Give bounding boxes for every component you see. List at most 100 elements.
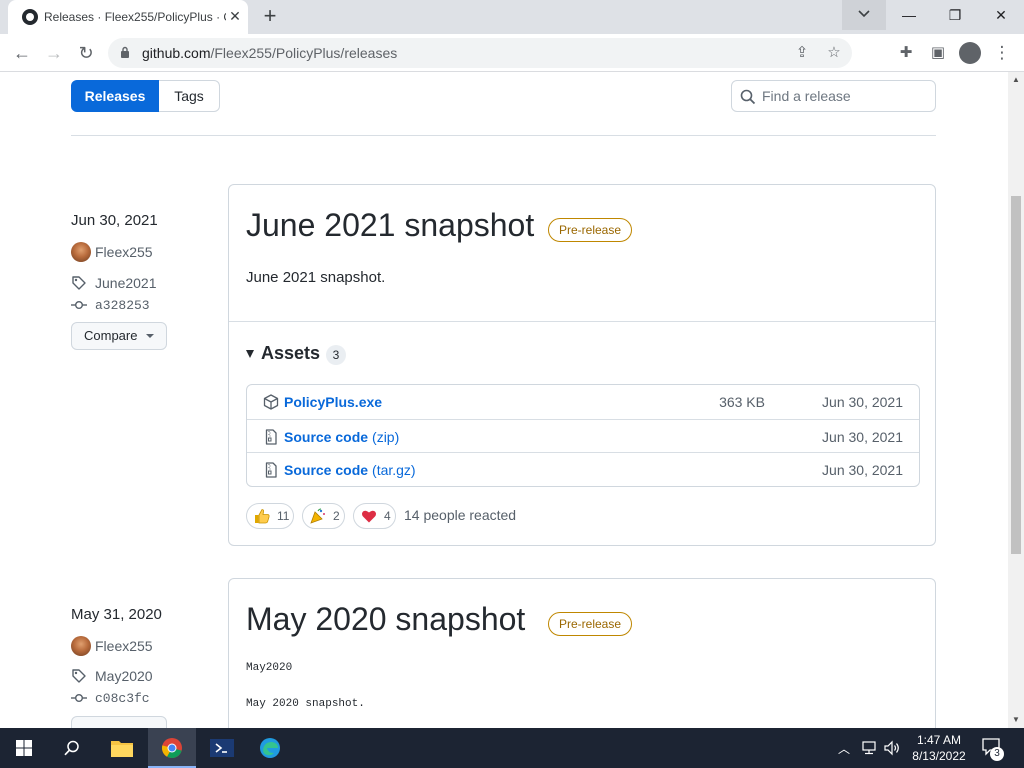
asset-link[interactable]: Source code (zip) [284, 429, 399, 445]
browser-tab[interactable]: Releases · Fleex255/PolicyPlus · GitHub … [8, 0, 248, 34]
tab-title: Releases · Fleex255/PolicyPlus · GitHub [44, 10, 226, 24]
chrome-taskbar-icon[interactable] [148, 728, 196, 768]
author-avatar[interactable] [71, 636, 91, 656]
reaction-hooray-button[interactable]: 2 [302, 503, 345, 529]
assets-heading[interactable]: Assets [261, 343, 320, 364]
release-body-line: May 2020 snapshot. [246, 698, 365, 710]
asset-row: Source code (zip) Jun 30, 2021 [247, 419, 919, 453]
heart-icon [362, 510, 376, 523]
tray-chevron-up-icon[interactable]: ︿ [838, 740, 850, 757]
asset-format: (tar.gz) [372, 462, 416, 478]
volume-icon[interactable] [884, 740, 900, 756]
release-title[interactable]: June 2021 snapshot [246, 207, 534, 244]
profile-avatar-icon[interactable] [959, 42, 981, 64]
tag-icon [72, 276, 86, 290]
reactions-summary: 14 people reacted [404, 507, 517, 523]
git-commit-icon [71, 300, 87, 309]
asset-link[interactable]: PolicyPlus.exe [284, 394, 382, 410]
scroll-up-arrow-icon[interactable]: ▲ [1008, 72, 1024, 88]
url-host: github.com [142, 45, 211, 61]
release-card: May 2020 snapshot Pre-release May2020 Ma… [228, 578, 936, 728]
bookmark-star-icon[interactable]: ☆ [824, 43, 844, 63]
tab-close-icon[interactable]: ✕ [226, 7, 244, 25]
page-scrollbar[interactable]: ▲ ▼ [1008, 72, 1024, 728]
side-panel-icon[interactable]: ▣ [928, 43, 948, 63]
asset-link[interactable]: Source code (tar.gz) [284, 462, 416, 478]
window-close-button[interactable]: ✕ [978, 0, 1024, 30]
tags-tab[interactable]: Tags [159, 80, 220, 112]
thumbs-up-icon [255, 509, 270, 524]
url-text: github.com/Fleex255/PolicyPlus/releases [142, 45, 397, 61]
asset-date: Jun 30, 2021 [822, 462, 903, 478]
pre-release-badge: Pre-release [548, 218, 633, 242]
release-commit[interactable]: a328253 [95, 298, 150, 313]
caret-down-icon [146, 334, 154, 338]
address-bar[interactable]: github.com/Fleex255/PolicyPlus/releases … [108, 38, 852, 68]
github-favicon-icon [22, 9, 38, 25]
release-card: June 2021 snapshot Pre-release June 2021… [228, 184, 936, 546]
chevron-down-icon [858, 10, 870, 18]
package-icon [263, 394, 279, 410]
powershell-taskbar-icon[interactable] [198, 728, 246, 768]
reload-button[interactable]: ↻ [72, 39, 100, 67]
file-zip-icon [265, 462, 277, 478]
release-author[interactable]: Fleex255 [95, 638, 153, 654]
find-release-input[interactable] [762, 82, 930, 110]
release-title[interactable]: May 2020 snapshot [246, 601, 525, 638]
tab-strip: Releases · Fleex255/PolicyPlus · GitHub … [0, 0, 1024, 34]
assets-count-badge: 3 [326, 345, 346, 365]
reaction-thumbs-up-button[interactable]: 11 [246, 503, 294, 529]
new-tab-button[interactable]: + [258, 4, 282, 28]
scroll-down-arrow-icon[interactable]: ▼ [1008, 712, 1024, 728]
asset-format: (zip) [372, 429, 400, 445]
asset-size: 363 KB [719, 394, 765, 410]
search-icon [64, 740, 79, 756]
minimize-button[interactable]: — [886, 0, 932, 30]
card-divider [229, 321, 935, 322]
chrome-menu-icon[interactable]: ⋮ [992, 43, 1012, 63]
asset-name: Source code [284, 462, 369, 478]
release-tag[interactable]: May2020 [95, 668, 153, 684]
back-button[interactable]: ← [8, 39, 36, 67]
edge-taskbar-icon[interactable] [246, 728, 294, 768]
expand-caret-icon[interactable] [246, 350, 254, 358]
folder-icon [111, 741, 133, 757]
share-icon[interactable]: ⇪ [792, 43, 812, 63]
file-explorer-taskbar-icon[interactable] [98, 728, 146, 768]
lock-icon[interactable] [120, 46, 130, 58]
forward-button[interactable]: → [40, 39, 68, 67]
compare-button[interactable]: Compare [71, 322, 167, 350]
page-content: Releases Tags Jun 30, 2021 Fleex255 June… [0, 72, 1008, 728]
release-author[interactable]: Fleex255 [95, 244, 153, 260]
notification-count-badge: 3 [990, 747, 1004, 761]
restore-button[interactable]: ❐ [932, 0, 978, 30]
reaction-count: 2 [333, 509, 340, 523]
extensions-puzzle-icon[interactable]: ✚ [896, 43, 916, 63]
author-avatar[interactable] [71, 242, 91, 262]
find-release-search[interactable] [731, 80, 936, 112]
reaction-heart-button[interactable]: 4 [353, 503, 396, 529]
asset-name: Source code [284, 429, 369, 445]
tab-search-button[interactable] [842, 0, 886, 30]
compare-button[interactable] [71, 716, 167, 728]
release-commit[interactable]: c08c3fc [95, 691, 150, 706]
asset-row: Source code (tar.gz) Jun 30, 2021 [247, 452, 919, 486]
asset-row: PolicyPlus.exe 363 KB Jun 30, 2021 [247, 385, 919, 419]
release-tag[interactable]: June2021 [95, 275, 157, 291]
file-zip-icon [265, 429, 277, 445]
asset-date: Jun 30, 2021 [822, 429, 903, 445]
party-popper-icon [310, 508, 325, 524]
scrollbar-thumb[interactable] [1011, 196, 1021, 554]
assets-list: PolicyPlus.exe 363 KB Jun 30, 2021 Sourc… [246, 384, 920, 487]
system-clock[interactable]: 1:47 AM 8/13/2022 [900, 732, 978, 764]
release-body: June 2021 snapshot. [246, 269, 386, 286]
url-path: /Fleex255/PolicyPlus/releases [210, 45, 398, 61]
reaction-count: 11 [277, 509, 290, 523]
clock-date: 8/13/2022 [912, 749, 966, 763]
notification-center-button[interactable]: 3 [982, 738, 1004, 761]
releases-tab[interactable]: Releases [71, 80, 159, 112]
release-date: Jun 30, 2021 [71, 212, 158, 229]
start-button[interactable] [0, 728, 48, 768]
network-icon[interactable] [862, 741, 880, 755]
taskbar-search-button[interactable] [48, 728, 96, 768]
